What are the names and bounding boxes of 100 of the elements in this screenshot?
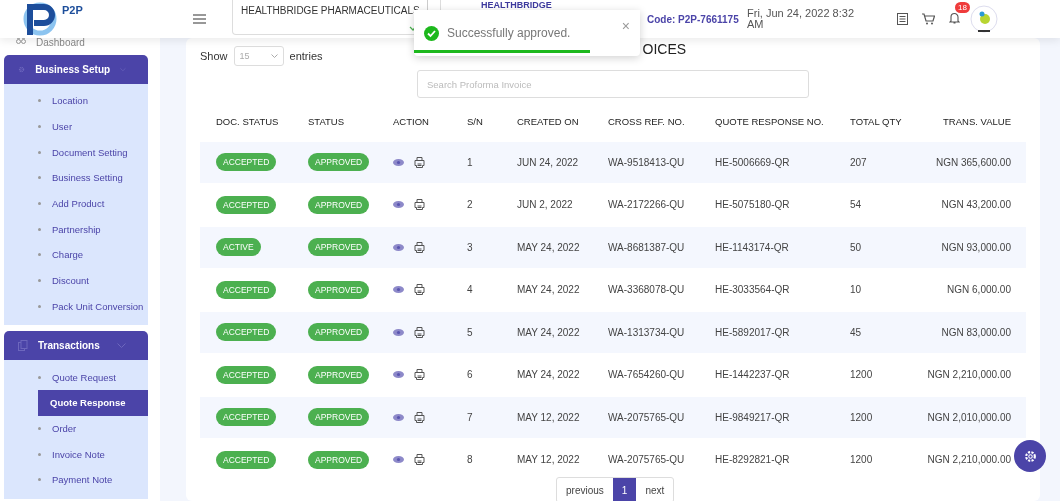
total-quantity: 1200 — [850, 454, 873, 466]
avatar[interactable] — [970, 5, 998, 33]
serial-number: 3 — [467, 241, 473, 253]
status-badge: APPROVED — [308, 408, 370, 427]
total-quantity: 1200 — [850, 411, 873, 423]
printer-icon[interactable] — [414, 241, 425, 253]
column-header: TOTAL QTY — [850, 115, 902, 127]
bell-icon[interactable] — [949, 12, 960, 24]
settings-icon — [1023, 449, 1037, 463]
quote-response-number: HE-8292821-QR — [715, 454, 790, 466]
cross-ref-number: WA-8681387-QU — [608, 241, 685, 253]
search-field[interactable]: Search Proforma Invoice — [417, 70, 809, 98]
eye-icon[interactable] — [393, 328, 404, 336]
created-date: JUN 24, 2022 — [517, 156, 579, 168]
page-button[interactable]: next — [636, 478, 674, 501]
printer-icon[interactable] — [414, 411, 425, 423]
quote-response-number: HE-9849217-QR — [715, 411, 790, 423]
eye-icon[interactable] — [393, 413, 404, 421]
sidebar-group-header[interactable]: Transactions — [4, 331, 148, 361]
column-header: QUOTE RESPONSE NO. — [715, 115, 824, 127]
sidebar-group-header[interactable]: Business Setup — [4, 55, 148, 84]
logo-text: P2P — [62, 4, 83, 16]
serial-number: 8 — [467, 454, 473, 466]
doc-status-badge: ACCEPTED — [216, 450, 277, 469]
column-header: CREATED ON — [517, 115, 579, 127]
eye-icon[interactable] — [393, 371, 404, 379]
doc-status-badge: ACCEPTED — [216, 195, 277, 214]
printer-icon[interactable] — [414, 199, 425, 211]
sidebar-item[interactable]: Partnership — [4, 216, 148, 243]
cross-ref-number: WA-7654260-QU — [608, 369, 685, 381]
total-quantity: 54 — [850, 199, 862, 211]
sidebar-item[interactable]: Dashboard — [36, 36, 85, 48]
success-icon — [424, 25, 439, 41]
doc-status-badge: ACCEPTED — [216, 323, 277, 342]
sidebar-item[interactable]: Quote Request — [4, 364, 148, 390]
sidebar-item[interactable]: Payment Note — [4, 466, 148, 493]
printer-icon[interactable] — [414, 454, 425, 466]
doc-status-badge: ACCEPTED — [216, 280, 277, 299]
cross-ref-number: WA-2075765-QU — [608, 454, 685, 466]
copy-icon — [18, 340, 28, 352]
total-quantity: 10 — [850, 284, 862, 296]
quote-response-number: HE-3033564-QR — [715, 284, 790, 296]
transaction-value: NGN 43,200.00 — [941, 199, 1011, 211]
page-button[interactable]: previous — [557, 478, 613, 501]
created-date: MAY 24, 2022 — [517, 326, 580, 338]
quote-response-number: HE-5892017-QR — [715, 326, 790, 338]
doc-status-badge: ACTIVE — [216, 238, 261, 257]
total-quantity: 45 — [850, 326, 862, 338]
sidebar-item[interactable]: Charge — [4, 242, 148, 268]
sidebar-item[interactable]: Location — [4, 88, 148, 114]
sidebar-item[interactable]: Order — [4, 415, 148, 442]
document-icon[interactable] — [897, 13, 908, 25]
doc-status-badge: ACCEPTED — [216, 153, 277, 172]
printer-icon[interactable] — [414, 326, 425, 338]
transaction-value: NGN 2,010,000.00 — [927, 411, 1011, 423]
status-badge: APPROVED — [308, 280, 370, 299]
eye-icon[interactable] — [393, 243, 404, 251]
cross-ref-number: WA-1313734-QU — [608, 326, 685, 338]
sidebar-item[interactable]: Add Product — [4, 190, 148, 217]
sidebar-item[interactable]: Document Setting — [4, 139, 148, 166]
eye-icon[interactable] — [393, 201, 404, 209]
printer-icon[interactable] — [414, 369, 425, 381]
column-header: TRANS. VALUE — [943, 115, 1011, 127]
menu-icon[interactable] — [193, 14, 206, 24]
total-quantity: 50 — [850, 241, 862, 253]
doc-status-badge: ACCEPTED — [216, 408, 277, 427]
cross-ref-number: WA-2172266-QU — [608, 199, 685, 211]
eye-icon[interactable] — [393, 286, 404, 294]
settings-button[interactable] — [1014, 440, 1046, 472]
status-badge: APPROVED — [308, 365, 370, 384]
column-header: DOC. STATUS — [216, 115, 279, 127]
status-badge: APPROVED — [308, 238, 370, 257]
eye-icon[interactable] — [393, 158, 404, 166]
cart-icon[interactable] — [922, 13, 935, 25]
doc-status-badge: ACCEPTED — [216, 365, 277, 384]
cross-ref-number: WA-2075765-QU — [608, 411, 685, 423]
notification-badge: 18 — [955, 2, 970, 13]
printer-icon[interactable] — [414, 284, 425, 296]
sidebar-item[interactable]: Pack Unit Conversion — [4, 293, 148, 320]
created-date: MAY 12, 2022 — [517, 454, 580, 466]
created-date: MAY 24, 2022 — [517, 284, 580, 296]
transaction-value: NGN 2,210,000.00 — [927, 454, 1011, 466]
page-title: OICES — [642, 41, 687, 57]
total-quantity: 1200 — [850, 369, 873, 381]
serial-number: 1 — [467, 156, 473, 168]
sidebar-item[interactable]: Invoice Note — [4, 441, 148, 467]
sidebar-item[interactable]: Discount — [4, 267, 148, 294]
printer-icon[interactable] — [414, 156, 425, 168]
status-badge: APPROVED — [308, 153, 370, 172]
quote-response-number: HE-5075180-QR — [715, 199, 790, 211]
sidebar-item[interactable]: Quote Response — [38, 389, 148, 416]
column-header: S/N — [467, 115, 483, 127]
sidebar-item[interactable]: Business Setting — [4, 165, 148, 191]
sidebar-item[interactable]: User — [4, 113, 148, 140]
created-date: MAY 24, 2022 — [517, 369, 580, 381]
created-date: MAY 12, 2022 — [517, 411, 580, 423]
cross-ref-number: WA-3368078-QU — [608, 284, 685, 296]
eye-icon[interactable] — [393, 456, 404, 464]
serial-number: 6 — [467, 369, 473, 381]
page-button[interactable]: 1 — [612, 478, 637, 501]
